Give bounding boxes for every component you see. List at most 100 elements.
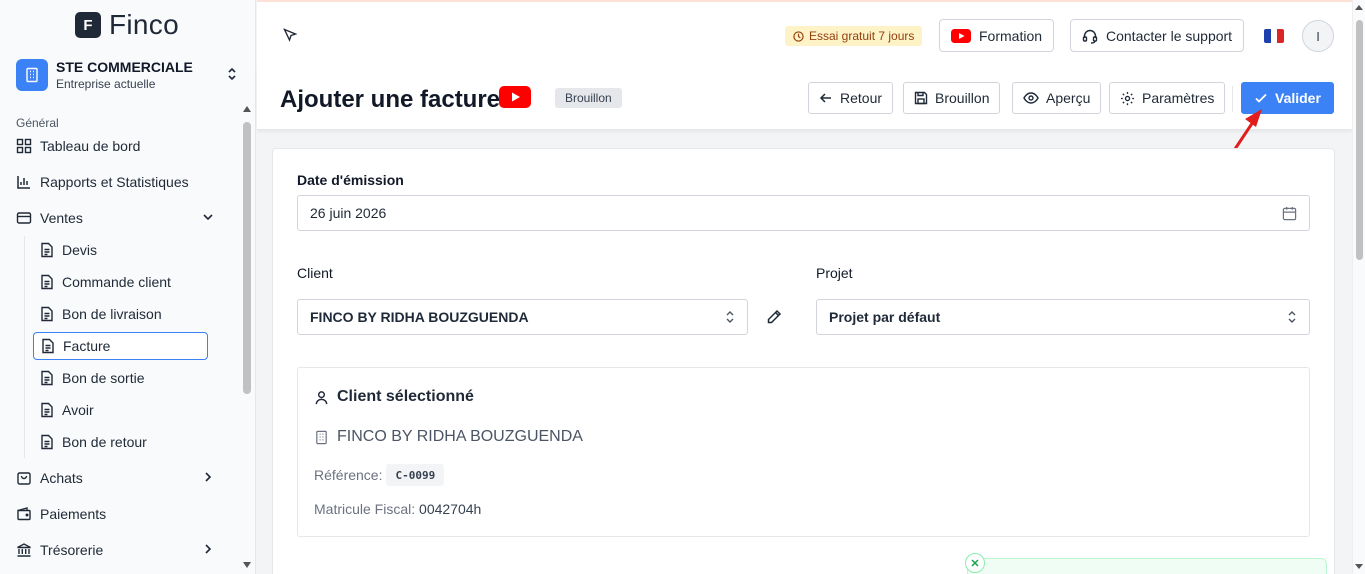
calendar-icon[interactable] bbox=[1282, 206, 1297, 221]
pencil-edit-icon[interactable] bbox=[766, 309, 782, 325]
issue-date-label: Date d'émission bbox=[297, 172, 404, 188]
sidebar-item-label: Paiements bbox=[40, 506, 107, 522]
reference-badge: C-0099 bbox=[386, 464, 445, 486]
scroll-up-arrow-icon[interactable] bbox=[1355, 5, 1363, 10]
trial-badge: Essai gratuit 7 jours bbox=[785, 26, 923, 46]
sidebar-item-label: Ventes bbox=[40, 210, 83, 226]
brand-name: Finco bbox=[109, 9, 179, 40]
sidebar-subitem-label: Facture bbox=[63, 338, 111, 354]
sidebar-item-purchases[interactable]: Achats bbox=[16, 466, 226, 490]
issue-date-input[interactable]: 26 juin 2026 bbox=[297, 195, 1310, 231]
sidebar-subitem-label: Avoir bbox=[62, 402, 94, 418]
document-icon bbox=[41, 402, 53, 418]
sidebar-subitem-label: Commande client bbox=[62, 274, 171, 290]
sidebar-subitem-commande-client[interactable]: Commande client bbox=[33, 268, 208, 296]
pointer-cursor-icon[interactable] bbox=[283, 28, 297, 42]
gear-icon bbox=[1120, 91, 1135, 105]
client-select[interactable]: FINCO BY RIDHA BOUZGUENDA bbox=[297, 299, 748, 335]
preview-button[interactable]: Aperçu bbox=[1012, 82, 1102, 114]
document-icon bbox=[41, 242, 53, 258]
company-switcher[interactable]: STE COMMERCIALE Entreprise actuelle bbox=[16, 56, 242, 94]
sidebar-item-payments[interactable]: Paiements bbox=[16, 502, 226, 526]
bar-chart-icon bbox=[17, 176, 30, 189]
chevrons-updown-icon bbox=[1288, 311, 1296, 323]
training-label: Formation bbox=[979, 27, 1043, 44]
sidebar-scroll-thumb[interactable] bbox=[243, 122, 251, 394]
sidebar-item-label: Rapports et Statistiques bbox=[40, 174, 189, 190]
bank-icon bbox=[17, 543, 31, 557]
contact-support-button[interactable]: Contacter le support bbox=[1070, 19, 1245, 52]
selected-client-name-text: FINCO BY RIDHA BOUZGUENDA bbox=[337, 428, 583, 445]
success-toast bbox=[967, 558, 1327, 574]
user-icon bbox=[315, 390, 328, 404]
shopping-bag-icon bbox=[17, 472, 31, 485]
close-toast-icon[interactable] bbox=[965, 553, 985, 573]
building-icon bbox=[16, 59, 48, 91]
sidebar-subitem-bon-de-livraison[interactable]: Bon de livraison bbox=[33, 300, 208, 328]
scroll-up-arrow-icon[interactable] bbox=[243, 106, 251, 112]
topbar: Essai gratuit 7 jours Formation Contacte… bbox=[257, 0, 1352, 68]
selected-client-name: FINCO BY RIDHA BOUZGUENDA bbox=[314, 428, 583, 446]
draft-button[interactable]: Brouillon bbox=[903, 82, 1001, 114]
sidebar-nav: Général bbox=[0, 114, 240, 132]
invoice-form-card: Date d'émission 26 juin 2026 Client FINC… bbox=[272, 148, 1335, 574]
sidebar-subitem-avoir[interactable]: Avoir bbox=[33, 396, 208, 424]
project-select[interactable]: Projet par défaut bbox=[816, 299, 1310, 335]
wallet-icon bbox=[17, 507, 31, 521]
reference-label: Référence: bbox=[314, 467, 383, 483]
sidebar-subitem-label: Bon de livraison bbox=[62, 306, 162, 322]
sidebar: F Finco STE COMMERCIALE Entreprise actue… bbox=[0, 0, 256, 574]
french-flag-icon[interactable] bbox=[1264, 29, 1284, 43]
chevrons-updown-icon bbox=[228, 67, 236, 81]
chevron-right-icon bbox=[205, 544, 212, 554]
save-icon bbox=[914, 91, 928, 105]
sidebar-item-dashboard[interactable]: Tableau de bord bbox=[16, 134, 226, 158]
selected-client-title-text: Client sélectionné bbox=[337, 388, 474, 405]
selected-client-panel: Client sélectionné FINCO BY RIDHA BOUZGU… bbox=[297, 367, 1310, 537]
document-icon bbox=[41, 274, 53, 290]
settings-label: Paramètres bbox=[1142, 90, 1215, 106]
back-label: Retour bbox=[840, 90, 883, 106]
trial-text: Essai gratuit 7 jours bbox=[809, 29, 915, 43]
arrow-left-icon bbox=[819, 93, 831, 103]
page-title: Ajouter une facture bbox=[280, 86, 501, 113]
support-label: Contacter le support bbox=[1106, 27, 1233, 44]
sidebar-subitem-devis[interactable]: Devis bbox=[33, 236, 208, 264]
sidebar-subitem-facture[interactable]: Facture bbox=[33, 332, 208, 360]
headset-icon bbox=[1082, 29, 1098, 44]
project-label: Projet bbox=[816, 265, 853, 281]
client-tax-id: Matricule Fiscal: 0042704h bbox=[314, 501, 481, 517]
sidebar-subitem-label: Bon de retour bbox=[62, 434, 147, 450]
back-button[interactable]: Retour bbox=[808, 82, 894, 114]
user-avatar[interactable]: I bbox=[1302, 20, 1334, 52]
clock-icon bbox=[793, 30, 804, 42]
sidebar-item-sales[interactable]: Ventes bbox=[16, 206, 226, 230]
page-scrollbar[interactable] bbox=[1352, 0, 1365, 574]
sidebar-item-treasury[interactable]: Trésorerie bbox=[16, 538, 226, 562]
sidebar-scrollbar[interactable] bbox=[240, 100, 254, 574]
chevrons-updown-icon bbox=[726, 311, 734, 323]
validate-label: Valider bbox=[1275, 90, 1321, 106]
document-icon bbox=[41, 306, 53, 322]
document-icon bbox=[42, 338, 54, 354]
document-icon bbox=[41, 434, 53, 450]
sidebar-item-reports[interactable]: Rapports et Statistiques bbox=[16, 170, 226, 194]
grid-icon bbox=[16, 138, 32, 154]
document-icon bbox=[41, 370, 53, 386]
sidebar-subitem-label: Devis bbox=[62, 242, 98, 258]
check-icon bbox=[1255, 93, 1267, 103]
submenu-guide-line bbox=[24, 236, 25, 458]
eye-icon bbox=[1023, 92, 1039, 104]
company-subtitle: Entreprise actuelle bbox=[56, 77, 156, 91]
training-button[interactable]: Formation bbox=[939, 19, 1055, 52]
nav-section-general: Général bbox=[16, 116, 59, 130]
client-reference: Référence: C-0099 bbox=[314, 464, 445, 486]
page-scroll-thumb[interactable] bbox=[1356, 20, 1363, 260]
draft-label: Brouillon bbox=[935, 90, 990, 106]
scroll-down-arrow-icon[interactable] bbox=[1355, 564, 1363, 569]
app-logo[interactable]: F Finco bbox=[75, 9, 179, 41]
youtube-tutorial-icon[interactable] bbox=[499, 86, 531, 108]
sidebar-subitem-bon-de-sortie[interactable]: Bon de sortie bbox=[33, 364, 208, 392]
sidebar-subitem-bon-de-retour[interactable]: Bon de retour bbox=[33, 428, 208, 456]
scroll-down-arrow-icon[interactable] bbox=[243, 562, 251, 568]
